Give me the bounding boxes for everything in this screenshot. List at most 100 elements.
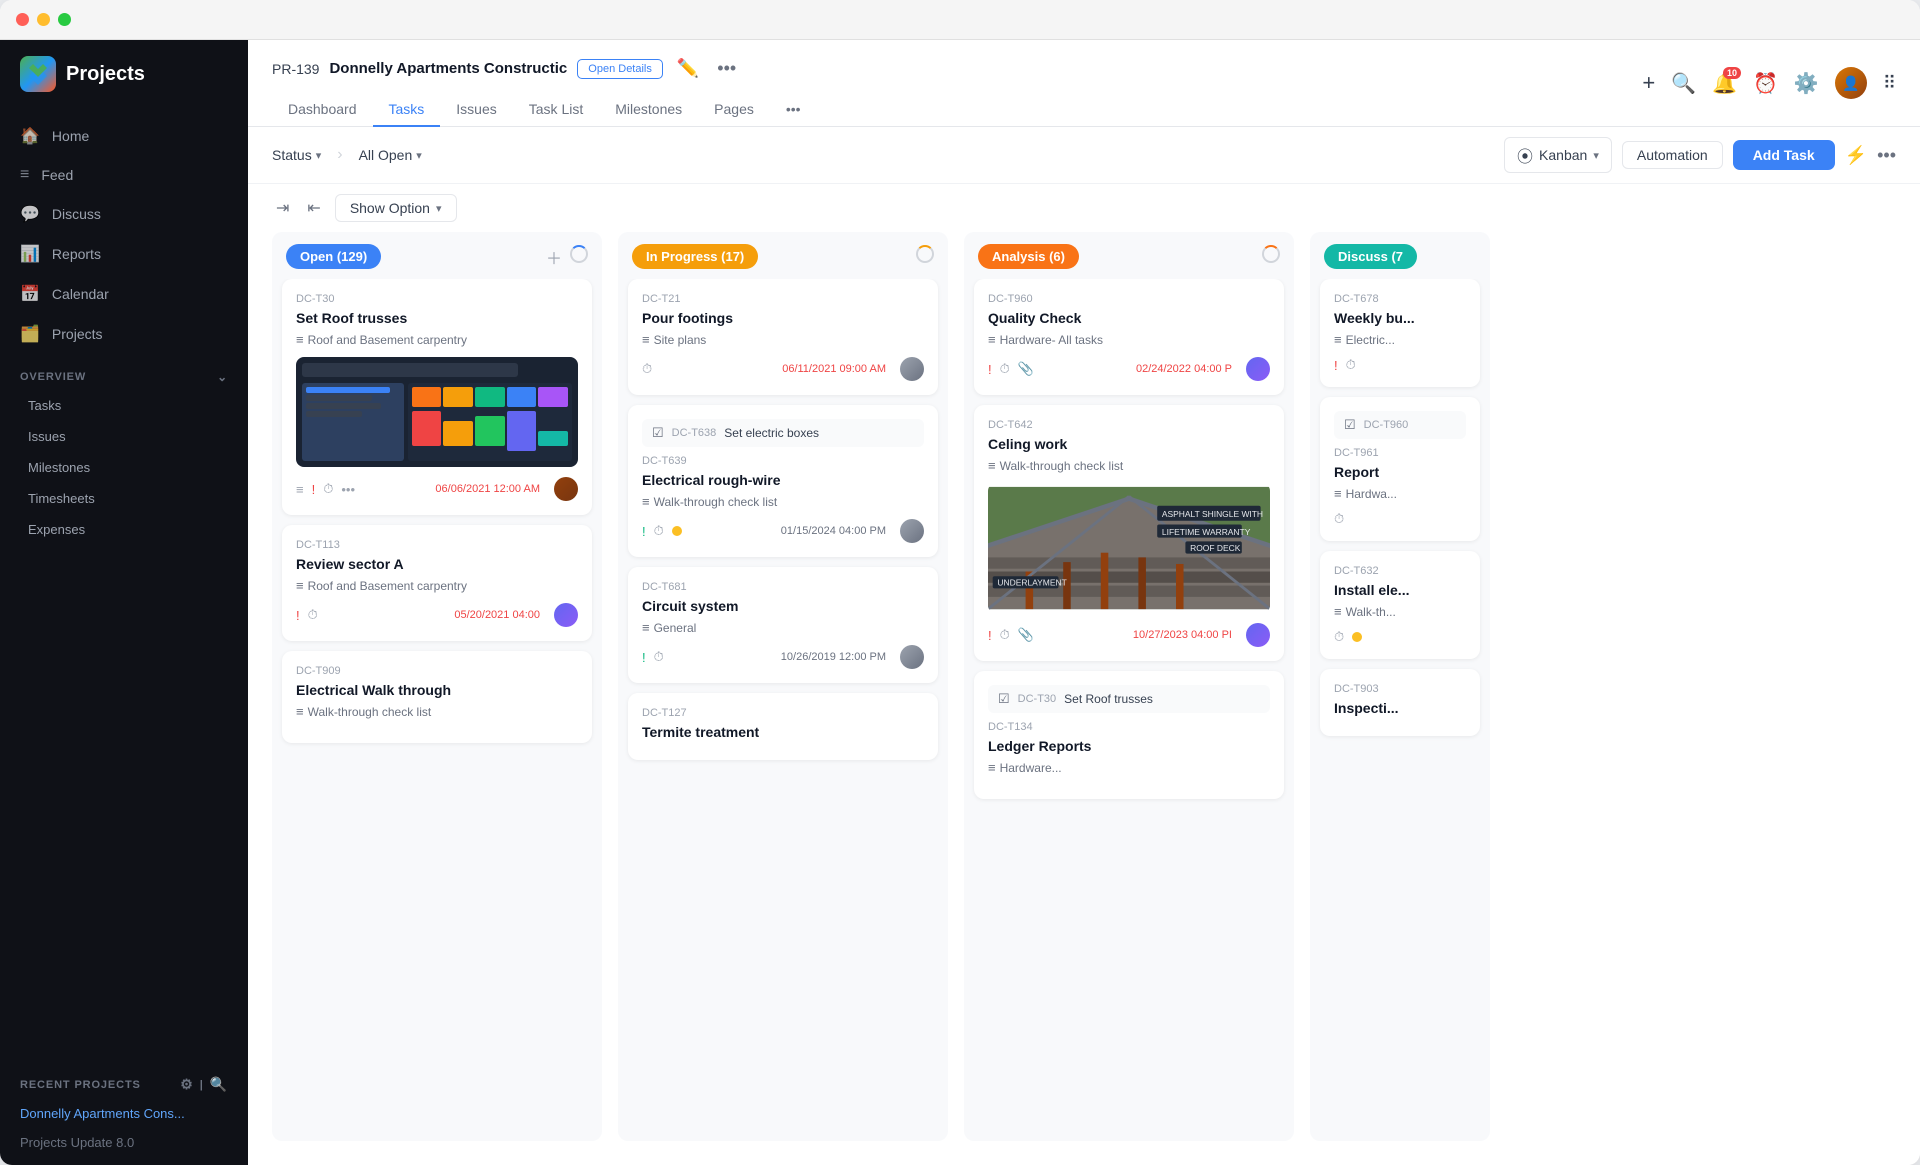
all-open-filter-button[interactable]: All Open ▾ (359, 147, 422, 163)
task-card[interactable]: DC-T642 Celing work ≡ Walk-through check… (974, 405, 1284, 661)
tab-more[interactable]: ••• (770, 93, 817, 127)
more-icon: ••• (341, 482, 355, 497)
refresh-icon (1262, 245, 1280, 263)
clock-icon: ⏱ (1000, 361, 1010, 377)
card-subtitle: ≡ Walk-through check list (296, 704, 578, 719)
task-card[interactable]: DC-T127 Termite treatment (628, 693, 938, 760)
parent-task-row: ☑ DC-T30 Set Roof trusses (988, 685, 1270, 713)
parent-task-row: ☑ DC-T638 Set electric boxes (642, 419, 924, 447)
column-open-refresh-button[interactable] (570, 245, 588, 268)
task-card[interactable]: DC-T678 Weekly bu... ≡ Electric... ! ⏱ (1320, 279, 1480, 387)
notifications-button[interactable]: 🔔 10 (1712, 71, 1737, 96)
sidebar-item-calendar[interactable]: 📅 Calendar (0, 274, 248, 314)
column-analysis-refresh-button[interactable] (1262, 245, 1280, 268)
clock-button[interactable]: ⏰ (1753, 71, 1778, 96)
sidebar-item-tasks[interactable]: Tasks (0, 390, 248, 421)
add-task-button[interactable]: Add Task (1733, 140, 1835, 170)
close-dot[interactable] (16, 13, 29, 26)
task-card[interactable]: DC-T681 Circuit system ≡ General ! ⏱ (628, 567, 938, 683)
chevron-down-icon[interactable]: ⌄ (217, 370, 228, 384)
filter-icon[interactable]: ⚙ (180, 1076, 193, 1093)
user-avatar[interactable]: 👤 (1835, 67, 1867, 99)
task-card[interactable]: DC-T30 Set Roof trusses ≡ Roof and Basem… (282, 279, 592, 515)
toolbar: Status ▾ › All Open ▾ ⦿ Kanban ▾ Automat… (248, 127, 1920, 184)
sidebar-item-issues[interactable]: Issues (0, 421, 248, 452)
task-card[interactable]: DC-T21 Pour footings ≡ Site plans ⏱ (628, 279, 938, 395)
collapse-columns-button[interactable]: ⇥ (272, 194, 293, 222)
tab-task-list[interactable]: Task List (513, 93, 599, 127)
card-id: DC-T134 (988, 721, 1270, 733)
sidebar-item-milestones[interactable]: Milestones (0, 452, 248, 483)
column-discuss-label: Discuss (7 (1324, 244, 1417, 269)
attachment-icon: 📎 (1018, 361, 1034, 377)
titlebar (0, 0, 1920, 40)
sidebar-item-feed-label: Feed (41, 167, 73, 183)
sidebar-item-projects[interactable]: 🗂️ Projects (0, 314, 248, 354)
column-inprogress-refresh-button[interactable] (916, 245, 934, 268)
assignee-avatar (554, 477, 578, 501)
priority-icon: ! (642, 650, 646, 665)
subtitle-icon: ≡ (642, 620, 650, 635)
task-card[interactable]: DC-T113 Review sector A ≡ Roof and Basem… (282, 525, 592, 641)
card-id: DC-T21 (642, 293, 924, 305)
sidebar-item-reports[interactable]: 📊 Reports (0, 234, 248, 274)
settings-button[interactable]: ⚙️ (1794, 71, 1819, 96)
task-card[interactable]: DC-T960 Quality Check ≡ Hardware- All ta… (974, 279, 1284, 395)
edit-icon-button[interactable]: ✏️ (673, 54, 703, 83)
tab-issues[interactable]: Issues (440, 93, 512, 127)
sidebar-item-home[interactable]: 🏠 Home (0, 116, 248, 156)
column-discuss: Discuss (7 DC-T678 Weekly bu... ≡ Electr… (1310, 232, 1490, 1141)
sidebar-item-feed[interactable]: ≡ Feed (0, 156, 248, 194)
overview-section: Overview ⌄ (0, 354, 248, 390)
task-card[interactable]: ☑ DC-T30 Set Roof trusses DC-T134 Ledger… (974, 671, 1284, 799)
minimize-dot[interactable] (37, 13, 50, 26)
sidebar-item-discuss[interactable]: 💬 Discuss (0, 194, 248, 234)
more-options-button[interactable]: ••• (713, 54, 740, 83)
tab-milestones[interactable]: Milestones (599, 93, 698, 127)
column-open-add-button[interactable]: ＋ (546, 245, 562, 269)
column-analysis-cards: DC-T960 Quality Check ≡ Hardware- All ta… (964, 279, 1294, 1141)
status-filter-button[interactable]: Status ▾ (272, 147, 321, 163)
tab-tasks[interactable]: Tasks (373, 93, 441, 127)
clock-icon: ⏱ (654, 523, 664, 539)
sidebar-logo-text: Projects (66, 63, 145, 86)
kanban-button[interactable]: ⦿ Kanban ▾ (1504, 137, 1612, 173)
automation-button[interactable]: Automation (1622, 141, 1723, 169)
add-button[interactable]: + (1642, 70, 1655, 96)
recent-project-update[interactable]: Projects Update 8.0 (0, 1128, 248, 1157)
parent-task-id: DC-T30 (1018, 693, 1057, 705)
task-card[interactable]: ☑ DC-T638 Set electric boxes DC-T639 Ele… (628, 405, 938, 557)
parent-task-title: Set electric boxes (724, 426, 819, 440)
card-subtitle: ≡ Hardwa... (1334, 486, 1466, 501)
priority-icon: ! (312, 482, 316, 497)
task-card[interactable]: DC-T909 Electrical Walk through ≡ Walk-t… (282, 651, 592, 743)
search-icon[interactable]: 🔍 (210, 1076, 228, 1093)
subtitle-icon: ≡ (296, 704, 304, 719)
task-card[interactable]: ☑ DC-T960 DC-T961 Report ≡ Hardwa... (1320, 397, 1480, 541)
expand-columns-button[interactable]: ⇤ (303, 194, 324, 222)
sidebar-item-issues-label: Issues (28, 429, 66, 444)
show-option-button[interactable]: Show Option ▾ (335, 194, 457, 222)
tab-dashboard[interactable]: Dashboard (272, 93, 373, 127)
svg-text:UNDERLAYMENT: UNDERLAYMENT (997, 578, 1066, 588)
card-title: Termite treatment (642, 724, 924, 740)
filter-separator: › (337, 146, 342, 164)
card-title: Review sector A (296, 556, 578, 572)
svg-text:ROOF DECK: ROOF DECK (1190, 543, 1241, 553)
subtitle-icon: ≡ (642, 494, 650, 509)
more-toolbar-button[interactable]: ••• (1877, 145, 1896, 166)
search-button[interactable]: 🔍 (1671, 71, 1696, 96)
grid-button[interactable]: ⠿ (1883, 73, 1896, 94)
card-id: DC-T113 (296, 539, 578, 551)
filter-button[interactable]: ⚡ (1845, 145, 1867, 166)
card-title: Weekly bu... (1334, 310, 1466, 326)
maximize-dot[interactable] (58, 13, 71, 26)
sidebar-item-projects-label: Projects (52, 326, 103, 342)
sidebar-item-expenses[interactable]: Expenses (0, 514, 248, 545)
task-card[interactable]: DC-T632 Install ele... ≡ Walk-th... ⏱ (1320, 551, 1480, 659)
recent-project-donnelly[interactable]: Donnelly Apartments Cons... (0, 1099, 248, 1128)
sidebar-item-timesheets[interactable]: Timesheets (0, 483, 248, 514)
tab-pages[interactable]: Pages (698, 93, 770, 127)
open-details-button[interactable]: Open Details (577, 59, 663, 79)
task-card[interactable]: DC-T903 Inspecti... (1320, 669, 1480, 736)
